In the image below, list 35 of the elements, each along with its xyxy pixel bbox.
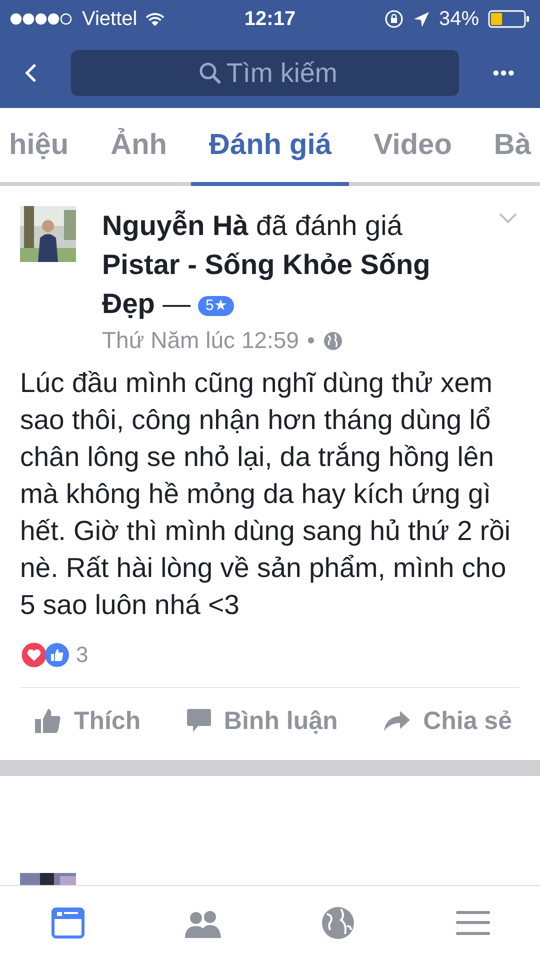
carrier-name: Viettel	[82, 8, 138, 30]
tab[interactable]: Video	[355, 108, 470, 186]
tab[interactable]: hiệu	[0, 108, 87, 186]
action-button[interactable]: Thích	[34, 706, 141, 736]
location-arrow-icon	[412, 10, 430, 28]
battery-percent: 34%	[438, 8, 479, 30]
status-time: 12:17	[244, 8, 296, 30]
share-icon	[383, 710, 412, 732]
tab[interactable]: Đánh giá	[191, 108, 350, 186]
search-icon	[198, 61, 222, 85]
battery-icon	[488, 10, 530, 28]
comment-icon	[186, 708, 212, 734]
globe-icon	[320, 906, 354, 940]
love-reaction-icon	[20, 641, 48, 669]
action-button[interactable]: Chia sẻ	[383, 706, 512, 736]
search-field[interactable]: Tìm kiếm	[70, 50, 459, 96]
review-headline: Nguyễn Hà đã đánh giá Pistar - Sống Khỏe Sống Đẹp — 5★	[102, 209, 432, 321]
action-button[interactable]: Bình luận	[186, 706, 338, 736]
tab[interactable]: Bà	[476, 108, 540, 186]
review-text: Lúc đầu mình cũng nghĩ dùng thử xem sao thôi, công nhận hơn tháng dùng lổ chân lông se nhỏ lại, da trắng hồng lên mà không hề mỏng da hay kích ứng gì hết. Giờ thì mình dùng sang hủ thứ 2 rồi nè. Rất hài lòng về sản phẩm, mình cho 5 sao luôn nhá <3	[20, 366, 512, 622]
wifi-icon	[145, 12, 166, 26]
review-timestamp: Thứ Năm lúc 12:59	[102, 327, 299, 354]
chevron-down-icon[interactable]	[498, 212, 518, 224]
signal-icon	[10, 13, 74, 25]
more-icon[interactable]	[492, 68, 514, 78]
globe-icon	[323, 330, 343, 350]
news-feed-icon	[50, 907, 84, 939]
rotation-lock-icon	[384, 9, 404, 29]
friends-icon	[184, 908, 222, 938]
separator-dot: •	[306, 327, 315, 354]
menu-icon	[456, 909, 490, 937]
reaction-count: 3	[76, 642, 88, 668]
thumbs-up-icon	[34, 708, 62, 734]
tab[interactable]: Ảnh	[92, 108, 185, 186]
like-reaction-icon	[44, 642, 70, 668]
